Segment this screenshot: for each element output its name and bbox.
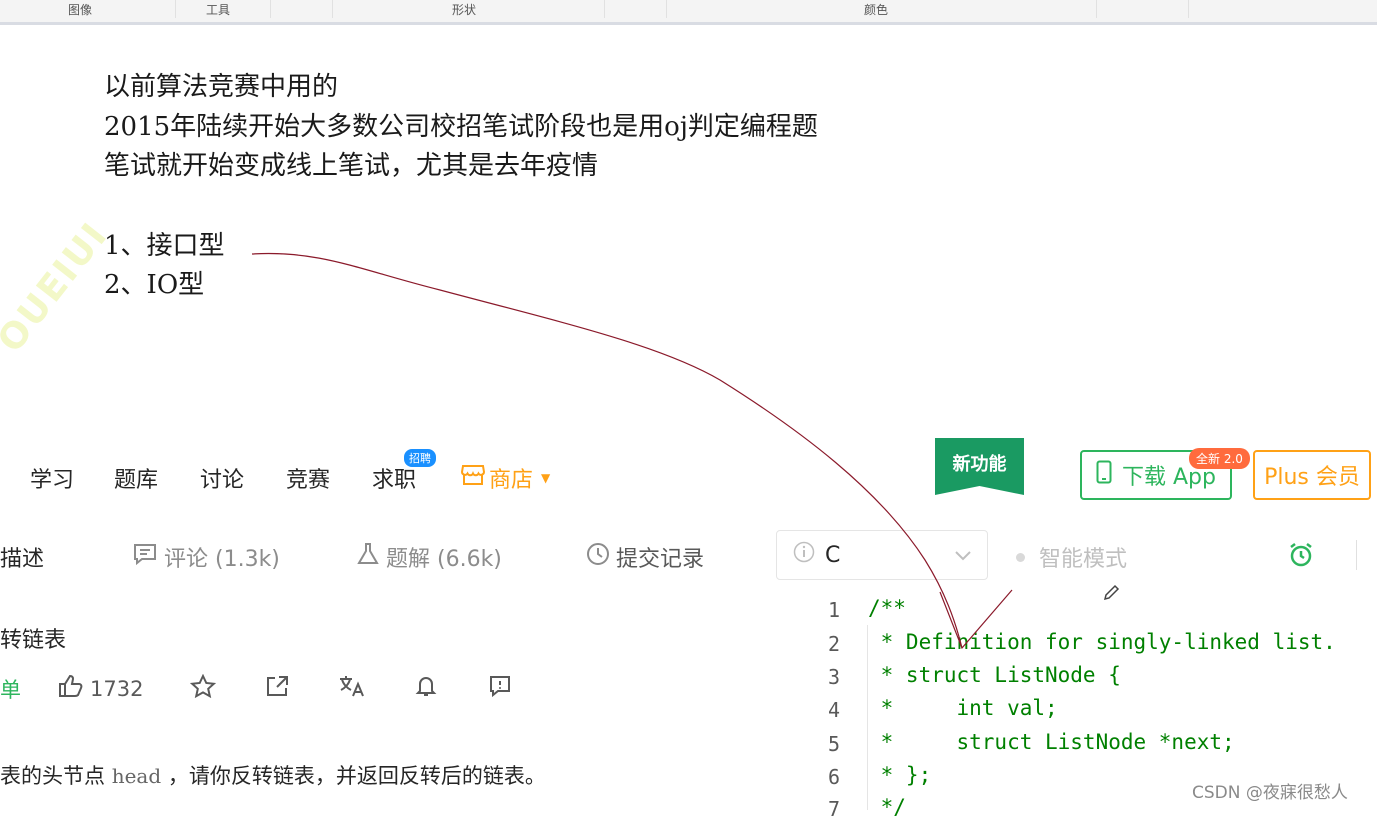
- ribbon-divider: [604, 0, 605, 18]
- code-line[interactable]: /**: [868, 596, 906, 620]
- csdn-watermark: CSDN @夜寐很愁人: [1192, 783, 1348, 803]
- ribbon-label-image[interactable]: 图像: [68, 1, 92, 18]
- ribbon-divider: [175, 0, 176, 18]
- code-line[interactable]: * int val;: [868, 696, 1058, 720]
- ribbon-divider: [332, 0, 333, 18]
- nav-problems[interactable]: 题库: [114, 462, 158, 494]
- tab-solutions[interactable]: 题解 (6.6k): [356, 541, 502, 573]
- line-number: 1: [827, 598, 840, 622]
- line-number: 2: [827, 632, 840, 656]
- plus-member-button[interactable]: Plus 会员: [1253, 450, 1371, 500]
- line-number: 3: [827, 665, 840, 689]
- difficulty-text: 单: [0, 678, 21, 702]
- thumbs-up-icon: [58, 674, 84, 703]
- desc-code-head: head: [111, 764, 162, 788]
- tab-solutions-label: 题解 (6.6k): [386, 547, 502, 572]
- desc-text-suffix: ，请你反转链表，并返回反转后的链表。: [167, 764, 546, 788]
- line-number: 5: [827, 732, 840, 756]
- nav-store[interactable]: 商店 ▼: [460, 462, 551, 494]
- nav-contest[interactable]: 竞赛: [286, 462, 330, 494]
- ribbon-divider: [270, 0, 271, 18]
- language-select[interactable]: C: [776, 530, 988, 580]
- note-list-item-2: 2、IO型: [104, 270, 205, 300]
- tab-comments[interactable]: 评论 (1.3k): [132, 541, 280, 573]
- smart-mode-label: 智能模式: [1039, 547, 1128, 572]
- note-line-3: 笔试就开始变成线上笔试，尤其是去年疫情: [104, 151, 599, 181]
- info-icon: [793, 541, 815, 569]
- tab-submissions[interactable]: 提交记录: [586, 541, 704, 573]
- line-number: 4: [827, 698, 840, 722]
- translate-icon[interactable]: [338, 674, 366, 698]
- watermark: OUEIUI: [0, 214, 117, 361]
- store-icon: [460, 464, 486, 492]
- problem-title: 转链表: [0, 628, 67, 653]
- ribbon-label-colors[interactable]: 颜色: [864, 1, 888, 18]
- nav-learn[interactable]: 学习: [30, 462, 74, 494]
- code-line[interactable]: * struct ListNode {: [868, 663, 1121, 687]
- new-feature-label: 新功能: [952, 454, 1007, 475]
- status-dot-icon: [1016, 552, 1025, 562]
- pencil-cursor-icon: [1102, 584, 1120, 606]
- code-line[interactable]: */: [868, 795, 906, 819]
- tab-submissions-label: 提交记录: [616, 547, 705, 572]
- note-list-item-1: 1、接口型: [104, 231, 225, 261]
- smart-mode-toggle[interactable]: 智能模式: [1016, 541, 1127, 573]
- note-line-2: 2015年陆续开始大多数公司校招笔试阶段也是用oj判定编程题: [104, 112, 818, 142]
- difficulty-label: 单: [0, 674, 21, 704]
- like-button[interactable]: 1732: [58, 674, 143, 703]
- tab-description[interactable]: 描述: [0, 541, 44, 573]
- bell-icon[interactable]: [414, 674, 438, 698]
- new-feature-ribbon[interactable]: 新功能: [935, 438, 1024, 495]
- new-version-badge: 全新 2.0: [1189, 448, 1250, 469]
- nav-discuss[interactable]: 讨论: [200, 462, 244, 494]
- problem-description: 表的头节点 head ，请你反转链表，并返回反转后的链表。: [0, 760, 546, 790]
- ribbon-divider: [1096, 0, 1097, 18]
- language-value: C: [825, 542, 841, 568]
- phone-icon: [1096, 460, 1112, 490]
- toolbar-divider: [1356, 540, 1357, 570]
- ribbon-divider: [1188, 0, 1189, 18]
- flask-icon: [356, 542, 380, 572]
- hiring-badge: 招聘: [404, 449, 436, 467]
- caret-down-icon: ▼: [541, 471, 551, 485]
- tab-description-label: 描述: [0, 547, 45, 572]
- code-line[interactable]: * };: [868, 763, 932, 787]
- ribbon-label-shapes[interactable]: 形状: [452, 1, 476, 18]
- tab-comments-label: 评论 (1.3k): [164, 547, 280, 572]
- alarm-clock-icon[interactable]: [1287, 541, 1315, 573]
- ribbon-divider: [666, 0, 667, 18]
- note-line-1: 以前算法竞赛中用的: [104, 72, 339, 102]
- chevron-down-icon: [955, 546, 971, 565]
- like-count: 1732: [90, 676, 144, 701]
- store-label: 商店: [489, 468, 534, 493]
- code-line[interactable]: * struct ListNode *next;: [868, 730, 1235, 754]
- share-icon[interactable]: [265, 674, 291, 698]
- code-line[interactable]: * Definition for singly-linked list.: [868, 630, 1336, 654]
- annotation-arrow-curve: [251, 252, 963, 649]
- line-number: 7: [827, 797, 840, 821]
- star-icon[interactable]: [190, 674, 216, 698]
- line-number: 6: [827, 765, 840, 789]
- feedback-icon[interactable]: [488, 674, 512, 698]
- ribbon-label-tools[interactable]: 工具: [206, 1, 230, 18]
- desc-text-prefix: 表的头节点: [0, 764, 105, 788]
- comment-icon: [132, 542, 158, 572]
- clock-icon: [586, 542, 610, 572]
